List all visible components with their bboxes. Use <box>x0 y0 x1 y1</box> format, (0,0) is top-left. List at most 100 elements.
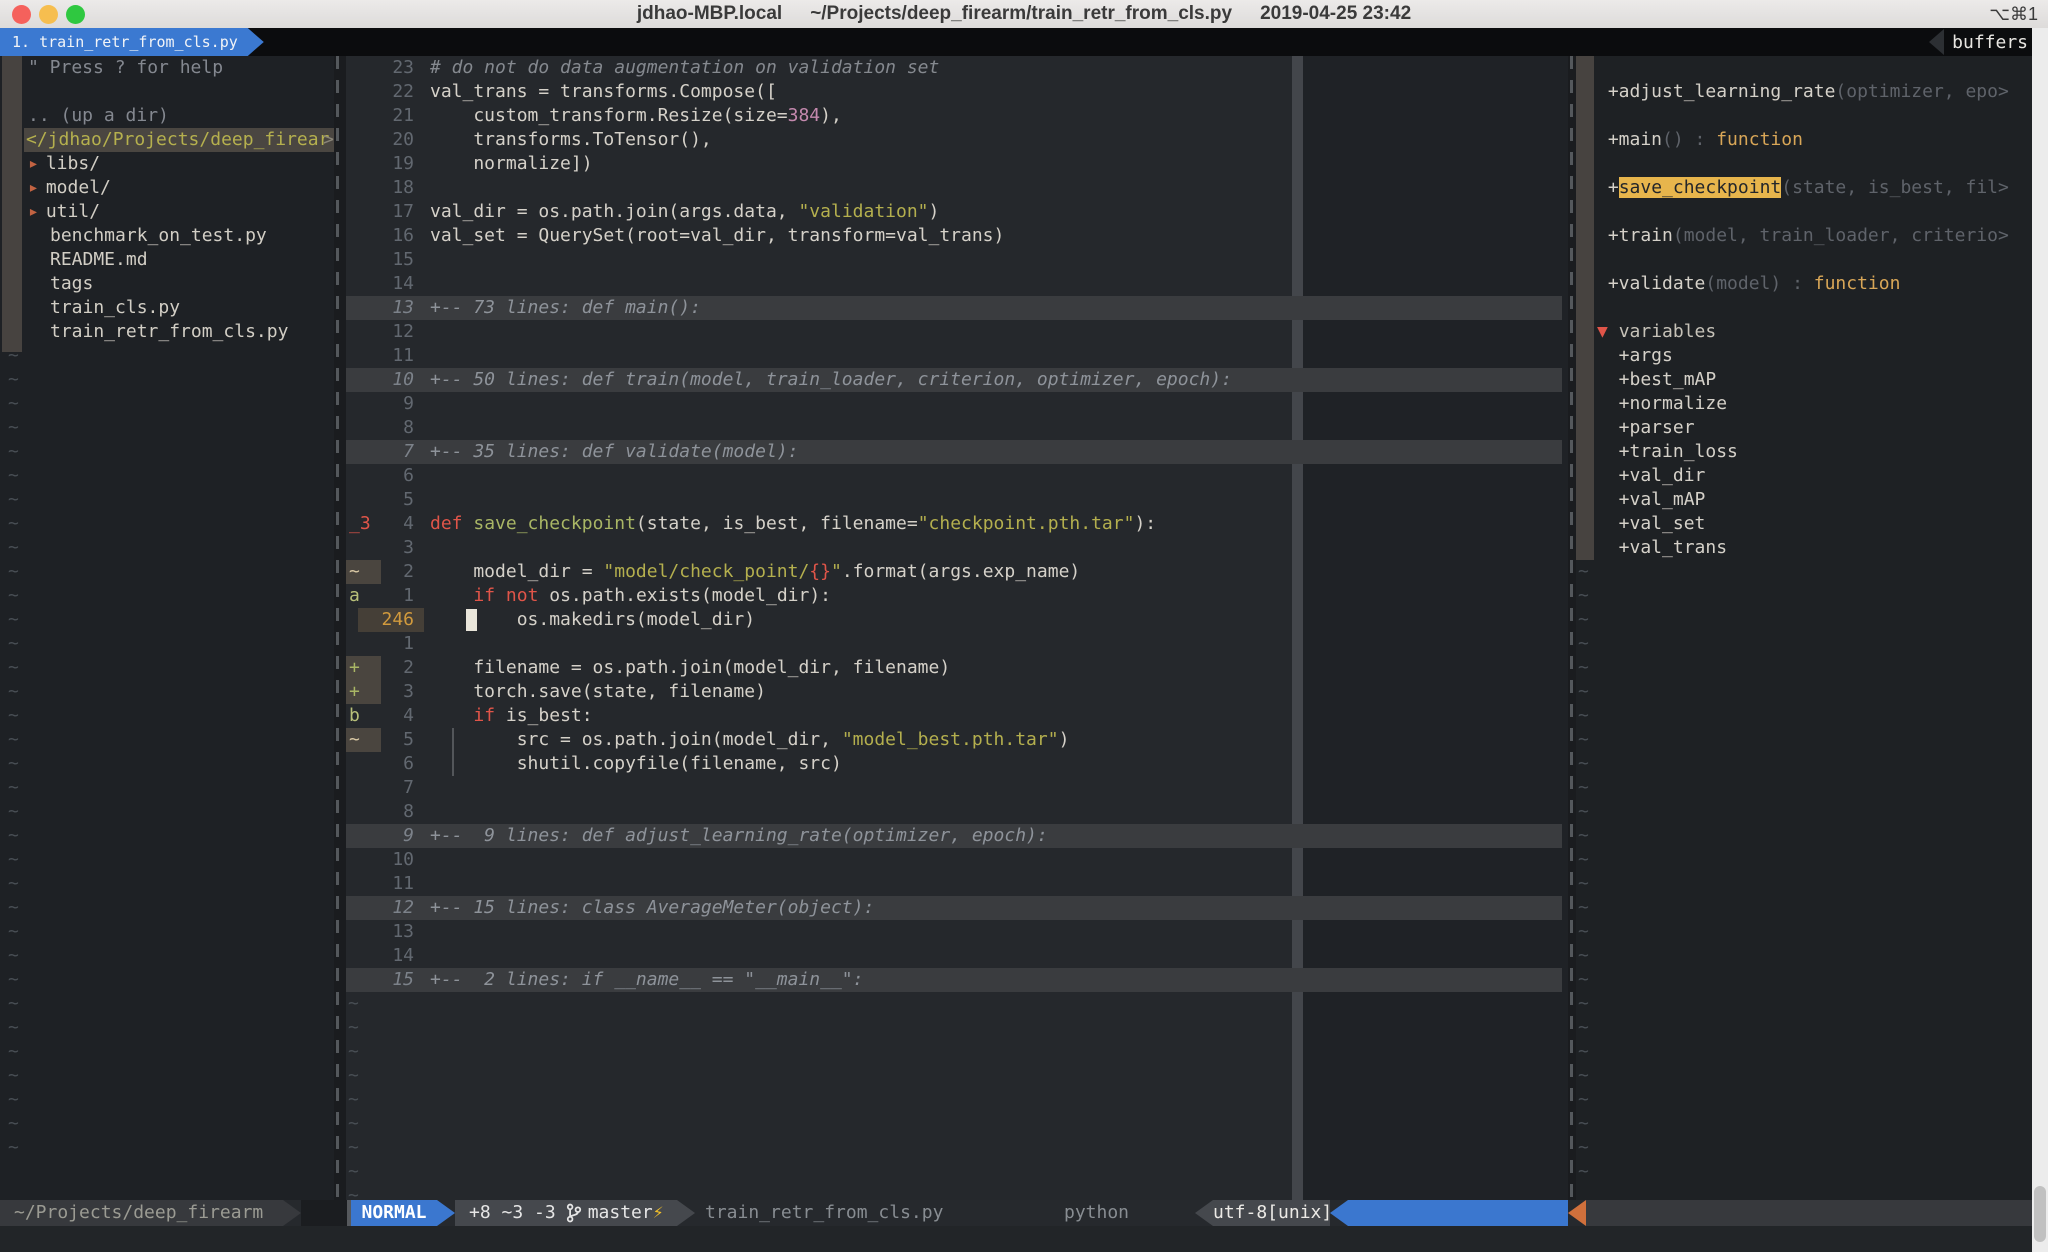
empty-line-tilde: ~ <box>1576 560 2032 584</box>
empty-line-tilde: ~ <box>1576 704 2032 728</box>
tagbar-tag[interactable]: +save_checkpoint(state, is_best, fil> <box>1576 176 2032 200</box>
code-text: val_dir = os.path.join(args.data, "valid… <box>430 200 939 224</box>
terminal-window: jdhao-MBP.local~/Projects/deep_firearm/t… <box>0 0 2048 1252</box>
folded-code-line[interactable]: 12+-- 15 lines: class AverageMeter(objec… <box>346 896 1562 920</box>
line-number: 13 <box>381 296 414 320</box>
tagbar-tag[interactable]: +best_mAP <box>1576 368 2032 392</box>
tagbar-tag[interactable]: +adjust_learning_rate(optimizer, epo> <box>1576 80 2032 104</box>
code-token: filename = os.path.join(model_dir, filen… <box>430 657 950 678</box>
minimize-button[interactable] <box>39 5 58 24</box>
code-token: libs/ <box>46 153 100 174</box>
tagbar-tag[interactable]: ▼ variables <box>1576 320 2032 344</box>
code-text: filename = os.path.join(model_dir, filen… <box>430 656 950 680</box>
close-button[interactable] <box>12 5 31 24</box>
nerdtree-item-file[interactable]: README.md <box>0 248 334 272</box>
code-line: 8 <box>346 416 1568 440</box>
sign-column <box>346 608 381 632</box>
tagbar-tag[interactable]: +parser <box>1576 416 2032 440</box>
macos-scrollbar-thumb[interactable] <box>2034 1186 2046 1242</box>
vcs-sign: ~ <box>346 728 381 752</box>
empty-line-tilde: ~ <box>346 1160 1568 1184</box>
tagbar-tag[interactable]: +val_trans <box>1576 536 2032 560</box>
sign-column <box>346 968 381 992</box>
folded-code-line[interactable]: 15+-- 2 lines: if __name__ == "__main__"… <box>346 968 1562 992</box>
code-token: "checkpoint.pth.tar" <box>918 513 1135 534</box>
nerdtree-item-file[interactable]: tags <box>0 272 334 296</box>
code-line: _34def save_checkpoint(state, is_best, f… <box>346 512 1568 536</box>
code-token: (optimizer, epo> <box>1835 81 2008 102</box>
code-line: 14 <box>346 944 1568 968</box>
code-token: +normalize <box>1597 393 1727 414</box>
powerline-arrow-icon <box>437 1200 455 1226</box>
tagbar-tag[interactable]: +val_mAP <box>1576 488 2032 512</box>
folded-code-line[interactable]: 10+-- 50 lines: def train(model, train_l… <box>346 368 1562 392</box>
code-line: 22val_trans = transforms.Compose([ <box>346 80 1568 104</box>
line-number: 7 <box>381 776 414 800</box>
code-text: if not os.path.exists(model_dir): <box>430 584 831 608</box>
line-number: 15 <box>381 968 414 992</box>
sign-column <box>346 416 381 440</box>
nerdtree-root-path[interactable]: </jdhao/Projects/deep_firear> <box>24 128 334 152</box>
line-number: 8 <box>381 416 414 440</box>
code-token <box>430 705 473 726</box>
line-number: 21 <box>381 104 414 128</box>
nerdtree-item-file[interactable]: train_retr_from_cls.py <box>0 320 334 344</box>
tagbar-tag[interactable]: +train(model, train_loader, criterio> <box>1576 224 2032 248</box>
code-token: shutil.copyfile(filename, src) <box>430 753 842 774</box>
code-token: +adjust_learning_rate <box>1597 81 1835 102</box>
code-token: os.makedirs(model_dir) <box>430 609 755 630</box>
tagbar-tag[interactable]: +val_dir <box>1576 464 2032 488</box>
sign-column <box>346 152 381 176</box>
tagbar-tag[interactable]: +train_loss <box>1576 440 2032 464</box>
sign-column <box>346 80 381 104</box>
folded-code-line[interactable]: 13 +-- 73 lines: def main(): <box>346 296 1562 320</box>
folded-code-line[interactable]: 9+-- 9 lines: def adjust_learning_rate(o… <box>346 824 1562 848</box>
empty-line-tilde: ~ <box>346 1064 1568 1088</box>
code-token: function <box>1716 129 1803 150</box>
chevron-right-icon: ▸ <box>28 177 39 198</box>
tagbar-tag[interactable]: +args <box>1576 344 2032 368</box>
sign-column <box>346 752 381 776</box>
empty-line-tilde: ~ <box>1576 992 2032 1016</box>
tagbar-tag[interactable]: +validate(model) : function <box>1576 272 2032 296</box>
empty-line-tilde: ~ <box>1576 728 2032 752</box>
nerdtree-item-dir[interactable]: ▸libs/ <box>0 152 334 176</box>
line-number: 22 <box>381 80 414 104</box>
nerdtree-item-file[interactable]: benchmark_on_test.py <box>0 224 334 248</box>
folded-code-line[interactable]: 7+-- 35 lines: def validate(model): <box>346 440 1562 464</box>
tagbar-tag[interactable]: +normalize <box>1576 392 2032 416</box>
buffers-toggle[interactable]: buffers <box>1929 28 2028 56</box>
nerdtree-up[interactable]: .. (up a dir) <box>0 104 334 128</box>
code-text: +-- 73 lines: def main(): <box>430 296 701 320</box>
code-token: benchmark_on_test.py <box>50 225 267 246</box>
code-token: (model) : <box>1705 273 1813 294</box>
code-token: val_dir = os.path.join(args.data, <box>430 201 798 222</box>
empty-line-tilde: ~ <box>0 344 334 368</box>
code-line: 6 shutil.copyfile(filename, src) <box>346 752 1568 776</box>
tagbar-blank-line <box>1576 104 2032 128</box>
code-token: ): <box>1134 513 1156 534</box>
code-line: 11 <box>346 872 1568 896</box>
code-editor-pane[interactable]: 23# do not do data augmentation on valid… <box>346 56 1568 1200</box>
sign-column <box>346 920 381 944</box>
empty-line-tilde: ~ <box>0 368 334 392</box>
zoom-button[interactable] <box>66 5 85 24</box>
empty-line-tilde: ~ <box>0 824 334 848</box>
nerdtree-item-file[interactable]: train_cls.py <box>0 296 334 320</box>
line-number: 1 <box>381 584 414 608</box>
nerdtree-item-dir[interactable]: ▸util/ <box>0 200 334 224</box>
tab-train-retr-from-cls[interactable]: 1. train_retr_from_cls.py <box>0 28 264 56</box>
empty-line-tilde: ~ <box>1576 968 2032 992</box>
window-separator-left[interactable] <box>336 56 339 1200</box>
line-number: 19 <box>381 152 414 176</box>
code-token: not <box>506 585 539 606</box>
code-line: 19 normalize]) <box>346 152 1568 176</box>
nerdtree-item-dir[interactable]: ▸model/ <box>0 176 334 200</box>
tagbar-tag[interactable]: +main() : function <box>1576 128 2032 152</box>
code-line: 20 transforms.ToTensor(), <box>346 128 1568 152</box>
empty-line-tilde: ~ <box>0 512 334 536</box>
window-separator-right[interactable] <box>1570 56 1573 1200</box>
code-text: # do not do data augmentation on validat… <box>430 56 939 80</box>
mode-indicator: NORMAL <box>351 1200 437 1226</box>
tagbar-tag[interactable]: +val_set <box>1576 512 2032 536</box>
